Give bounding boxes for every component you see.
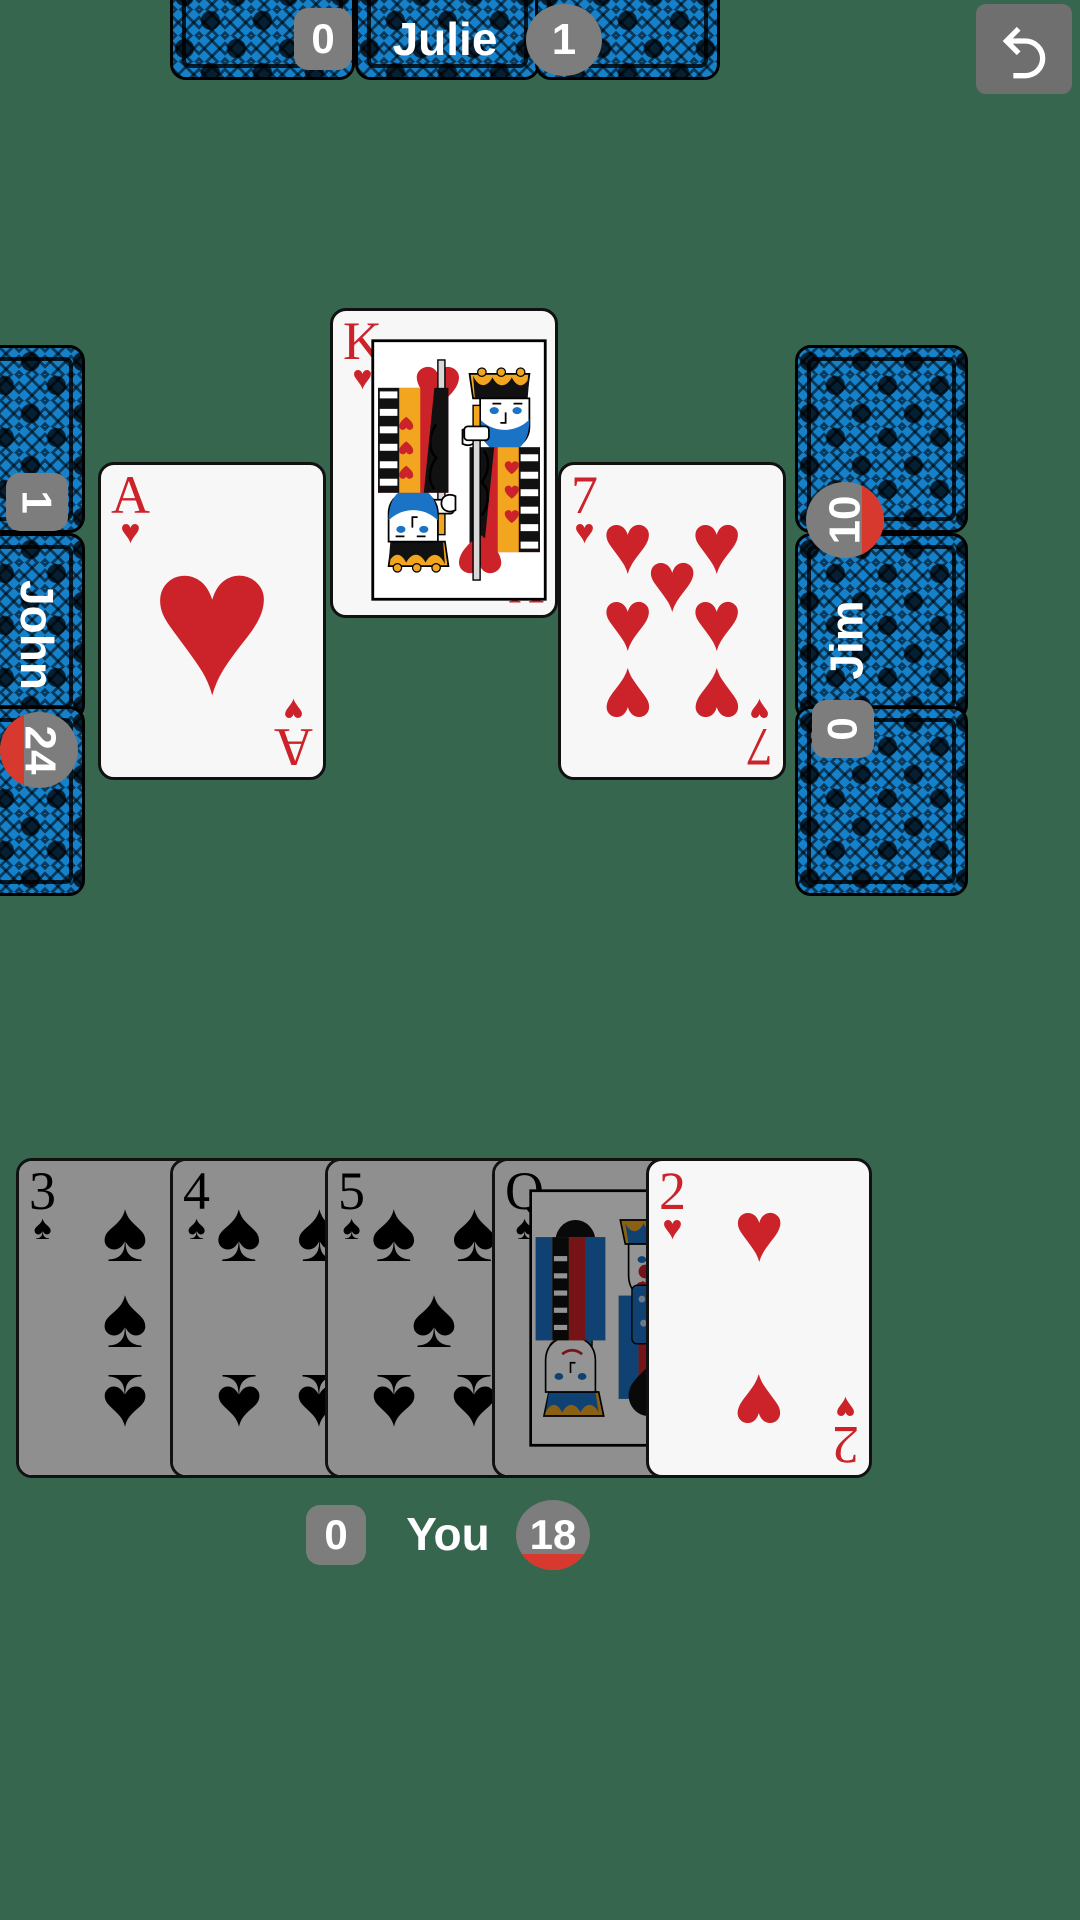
john-score-value: 24	[14, 725, 64, 775]
hand-card-2-corner: 4 ♠	[183, 1161, 210, 1247]
game-board: 0 Julie 1 1 John 24 10 Jim 0 A ♥ ♥ A ♥ 7…	[0, 0, 1080, 1920]
hand-card-2-of-hearts[interactable]: 2 ♥ ♥ ♥ 2 ♥	[646, 1158, 872, 1478]
julie-tricks-badge: 0	[294, 8, 352, 70]
jim-name-label: Jim	[821, 600, 874, 680]
trick-left-center-pip: ♥	[149, 503, 275, 738]
hand-card-1-corner: 3 ♠	[29, 1161, 56, 1247]
jim-score-value: 10	[819, 495, 869, 545]
hand-card-5-pips: ♥ ♥	[733, 1184, 785, 1452]
trick-right-corner-bottom: 7 ♥	[746, 691, 773, 777]
hand-card-4-corner: Q ♠	[505, 1161, 544, 1247]
you-tricks-value: 0	[324, 1511, 348, 1558]
hand-card-3-corner: 5 ♠	[338, 1161, 365, 1247]
jim-tricks-value: 0	[818, 717, 866, 741]
trick-left-corner-top: A ♥	[111, 465, 150, 551]
you-score-value: 18	[529, 1511, 577, 1558]
trick-right-pips: ♥ ♥ ♥ ♥ ♥ ♥ ♥	[601, 495, 743, 747]
you-tricks-badge: 0	[306, 1505, 366, 1565]
trick-card-top: K ♥ K ♥	[330, 308, 558, 618]
undo-arrow-icon	[1002, 26, 1046, 79]
you-score-badge: 18	[516, 1500, 590, 1570]
julie-score-value: 1	[551, 15, 577, 64]
jim-tricks-badge: 0	[812, 700, 874, 758]
trick-left-corner-bottom: A ♥	[274, 691, 313, 777]
you-name-label: You	[406, 1508, 490, 1560]
hand-card-5-corner-bottom: 2 ♥	[832, 1389, 859, 1475]
john-name-label: John	[11, 580, 64, 690]
julie-tricks-value: 0	[311, 15, 335, 62]
trick-card-left: A ♥ ♥ A ♥	[98, 462, 326, 780]
trick-card-right: 7 ♥ ♥ ♥ ♥ ♥ ♥ ♥ ♥ 7 ♥	[558, 462, 786, 780]
jim-score-badge: 10	[806, 482, 884, 558]
john-tricks-badge: 1	[6, 473, 68, 531]
king-of-hearts-artwork	[371, 339, 547, 601]
julie-score-badge: 1	[526, 4, 602, 76]
julie-name-label: Julie	[392, 13, 498, 65]
john-tricks-value: 1	[13, 490, 61, 514]
john-score-badge: 24	[0, 712, 78, 788]
undo-button[interactable]	[976, 4, 1072, 94]
